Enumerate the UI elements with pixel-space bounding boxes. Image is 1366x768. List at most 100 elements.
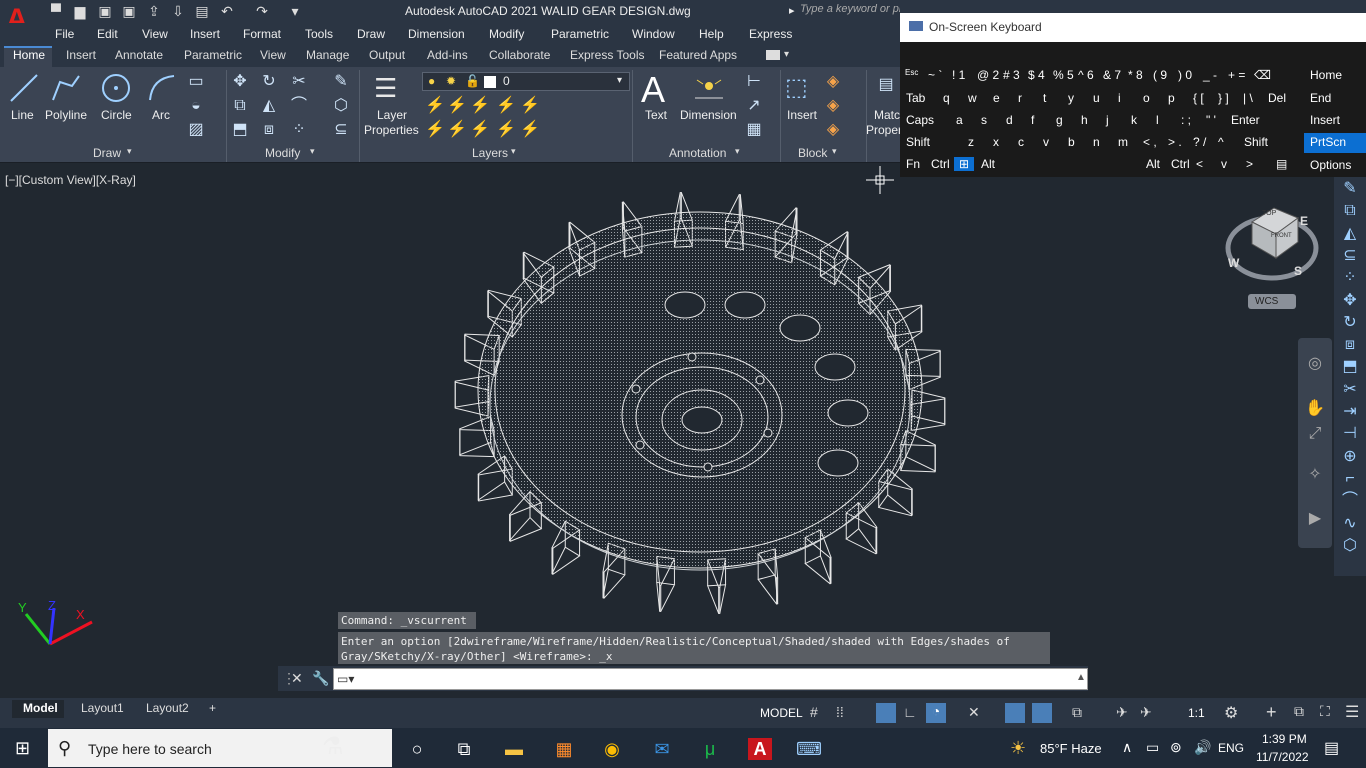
cube-front-label[interactable]: FRONT (1271, 233, 1292, 239)
osk-key[interactable]: s (981, 113, 987, 127)
osk-key[interactable]: Shift (1244, 135, 1268, 149)
osk-key[interactable]: ^ (1218, 135, 1224, 149)
osk-key[interactable]: ? / (1193, 135, 1206, 149)
store-icon[interactable]: ▦ (552, 738, 576, 760)
osk-key[interactable]: e (993, 91, 1000, 105)
language-indicator[interactable]: ENG (1218, 741, 1244, 755)
arc-label[interactable]: Arc (152, 108, 170, 122)
annotation-panel-title[interactable]: Annotation (669, 146, 726, 160)
draw-panel-title[interactable]: Draw (93, 146, 121, 160)
osk-key[interactable]: $ 4 (1028, 68, 1045, 82)
block-panel-title[interactable]: Block (798, 146, 827, 160)
mirror-icon[interactable]: ◭ (259, 97, 279, 115)
osk-key[interactable]: n (1093, 135, 1100, 149)
osk-key[interactable]: u (1093, 91, 1100, 105)
join-icon[interactable]: ⊕ (1340, 448, 1360, 466)
osk-key[interactable]: Tab (906, 91, 925, 105)
layer-dropdown-arrow-icon[interactable]: ▾ (617, 75, 622, 86)
isodraft-icon[interactable]: ✕ (968, 704, 980, 721)
leader-icon[interactable]: ↗ (744, 97, 764, 115)
osk-key[interactable]: v (1043, 135, 1049, 149)
command-input[interactable] (333, 668, 1088, 690)
osk-key[interactable]: y (1068, 91, 1074, 105)
lightbulb-icon[interactable]: ● (428, 74, 435, 88)
infer-constraints-icon[interactable] (876, 703, 896, 723)
osk-key[interactable]: q (943, 91, 950, 105)
osk-key[interactable]: > (1246, 157, 1253, 171)
chamfer-icon[interactable]: ⌐ (1340, 470, 1360, 488)
osk-key[interactable]: p (1168, 91, 1175, 105)
osk-key[interactable]: ! 1 (952, 68, 965, 82)
object-snap-icon[interactable] (1032, 703, 1052, 723)
osk-key[interactable]: % 5 (1053, 68, 1074, 82)
layer-properties-icon[interactable]: ☰ (374, 73, 397, 103)
layer-tool-icon[interactable]: ⚡ (520, 121, 540, 139)
text-label[interactable]: Text (645, 108, 667, 122)
layer-tool-icon[interactable]: ⚡ (447, 97, 467, 115)
save-as-icon[interactable]: ▣ (121, 3, 137, 19)
menu-parametric[interactable]: Parametric (551, 27, 609, 41)
trim-icon[interactable]: ✂ (289, 73, 309, 91)
osk-key[interactable]: c (1018, 135, 1024, 149)
cube-top-label[interactable]: TOP (1262, 210, 1276, 217)
menu-insert[interactable]: Insert (190, 27, 220, 41)
osk-key[interactable]: Del (1268, 91, 1286, 105)
snap-icon[interactable]: ⁞⁞ (836, 704, 844, 720)
dimension-label[interactable]: Dimension (680, 108, 737, 122)
osk-key[interactable]: _ - (1203, 68, 1217, 82)
tab-add-ins[interactable]: Add-ins (427, 48, 468, 62)
offset-icon[interactable]: ⊆ (331, 121, 351, 139)
open-icon[interactable]: ▆ (72, 3, 88, 19)
osk-key[interactable]: < (1196, 157, 1203, 171)
windows-start-icon[interactable]: ⊞ (15, 738, 30, 759)
polar-tracking-icon[interactable]: ◔ (926, 703, 946, 723)
recent-commands-icon[interactable]: ▭▾ (337, 672, 354, 686)
search-input[interactable]: Type a keyword or phrase (800, 3, 900, 19)
sun-icon[interactable]: ✹ (446, 74, 456, 88)
osk-key[interactable]: + = (1228, 68, 1245, 82)
new-icon[interactable]: ▀ (48, 3, 64, 19)
osk-key[interactable]: Ctrl (1171, 157, 1190, 171)
trim-icon[interactable]: ✂ (1340, 381, 1360, 399)
stretch-icon[interactable]: ⬒ (1340, 358, 1360, 376)
ortho-icon[interactable]: ∟ (903, 704, 917, 720)
layout-tab-model[interactable]: Model (23, 701, 58, 715)
create-block-icon[interactable]: ◈ (823, 73, 843, 91)
osk-key[interactable]: * 8 (1128, 68, 1143, 82)
customize-wrench-icon[interactable]: 🔧 (312, 670, 329, 687)
offset-icon[interactable]: ⊆ (1340, 247, 1360, 265)
osk-key[interactable]: a (956, 113, 963, 127)
selection-cycling-icon[interactable]: ⧉ (1072, 704, 1082, 721)
modify-panel-expand-icon[interactable]: ▾ (310, 146, 315, 157)
dimension-icon[interactable] (693, 74, 725, 104)
rotate-icon[interactable]: ↻ (259, 73, 279, 91)
table-icon[interactable]: ▦ (744, 121, 764, 139)
tab-featured-apps[interactable]: Featured Apps (659, 48, 737, 62)
chevron-right-icon[interactable]: ▸ (789, 4, 795, 17)
menu-dimension[interactable]: Dimension (408, 27, 465, 41)
layer-tool-icon[interactable]: ⚡ (496, 97, 516, 115)
erase-icon[interactable]: ✎ (331, 73, 351, 91)
osk-key[interactable]: { [ (1193, 91, 1204, 105)
osk-key[interactable]: Fn (906, 157, 920, 171)
quick-access-dropdown-icon[interactable]: ▾ (287, 3, 303, 19)
osk-key[interactable]: Shift (906, 135, 930, 149)
polyline-label[interactable]: Polyline (45, 108, 87, 122)
break-icon[interactable]: ⊣ (1340, 425, 1360, 443)
osk-key[interactable]: # 3 (1003, 68, 1020, 82)
plus-icon[interactable]: + (1266, 702, 1277, 723)
gradient-icon[interactable]: ▨ (186, 121, 206, 139)
linear-dimension-icon[interactable]: ⊢ (744, 73, 764, 91)
menu-draw[interactable]: Draw (357, 27, 385, 41)
file-explorer-icon[interactable]: ▬ (502, 738, 526, 760)
steering-wheel-icon[interactable]: ◎ (1305, 355, 1325, 373)
hatch-icon[interactable]: ◒ (186, 97, 206, 115)
line-icon[interactable] (8, 72, 40, 104)
osk-key[interactable]: Caps (906, 113, 934, 127)
customize-menu-icon[interactable]: ☰ (1345, 702, 1359, 722)
osk-key[interactable]: h (1081, 113, 1088, 127)
compass-east[interactable]: E (1300, 214, 1308, 228)
osk-key[interactable]: Ctrl (931, 157, 950, 171)
osk-key[interactable]: : ; (1181, 113, 1191, 127)
array-icon[interactable]: ⁘ (289, 121, 309, 139)
